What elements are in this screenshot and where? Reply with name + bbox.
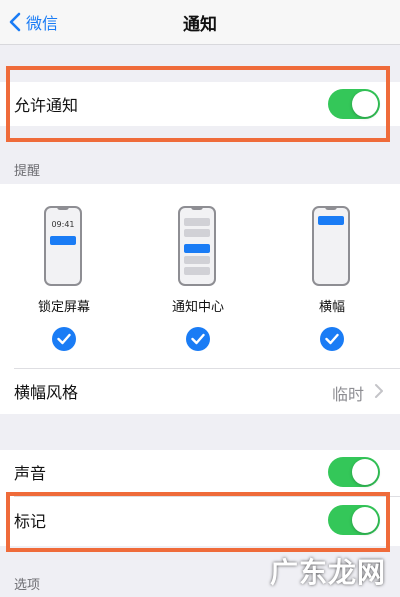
lock-screen-label: 锁定屏幕 xyxy=(37,300,90,315)
sound-toggle[interactable] xyxy=(328,457,380,487)
banner-style-label: 横幅风格 xyxy=(14,383,79,402)
highlight-box-badges xyxy=(6,492,390,552)
notification-center-phone-icon xyxy=(178,206,216,286)
notification-center-blue-bar xyxy=(184,244,210,253)
options-section-title: 选项 xyxy=(14,578,41,593)
checkmark-icon xyxy=(325,333,339,345)
lock-screen-phone-icon: 09:41 xyxy=(44,206,82,286)
lock-banner-bar xyxy=(50,236,76,245)
sound-label: 声音 xyxy=(14,464,47,483)
toggle-knob xyxy=(352,459,378,485)
watermark: 广东龙网 xyxy=(269,556,386,589)
banner-style-row[interactable]: 横幅风格 临时 xyxy=(0,369,400,413)
banner-style-value: 临时 xyxy=(331,385,364,404)
chevron-right-icon xyxy=(375,384,383,398)
banner-blue-bar xyxy=(318,216,344,225)
notification-center-check[interactable] xyxy=(186,327,210,351)
checkmark-icon xyxy=(191,333,205,345)
nav-bar: 微信 通知 xyxy=(0,0,400,45)
lock-time: 09:41 xyxy=(51,220,75,229)
alert-lock-screen[interactable]: 09:41 锁定屏幕 xyxy=(14,206,114,356)
banner-label: 横幅 xyxy=(318,300,345,315)
page-title: 通知 xyxy=(183,15,217,35)
alert-banner[interactable]: 横幅 xyxy=(282,206,382,356)
highlight-box-allow xyxy=(6,66,390,142)
lock-screen-check[interactable] xyxy=(52,327,76,351)
banner-phone-icon xyxy=(312,206,350,286)
alert-notification-center[interactable]: 通知中心 xyxy=(148,206,248,356)
checkmark-icon xyxy=(57,333,71,345)
sound-row: 声音 xyxy=(0,450,400,494)
banner-check[interactable] xyxy=(320,327,344,351)
alerts-section-title: 提醒 xyxy=(14,164,41,179)
notification-center-label: 通知中心 xyxy=(171,300,224,315)
